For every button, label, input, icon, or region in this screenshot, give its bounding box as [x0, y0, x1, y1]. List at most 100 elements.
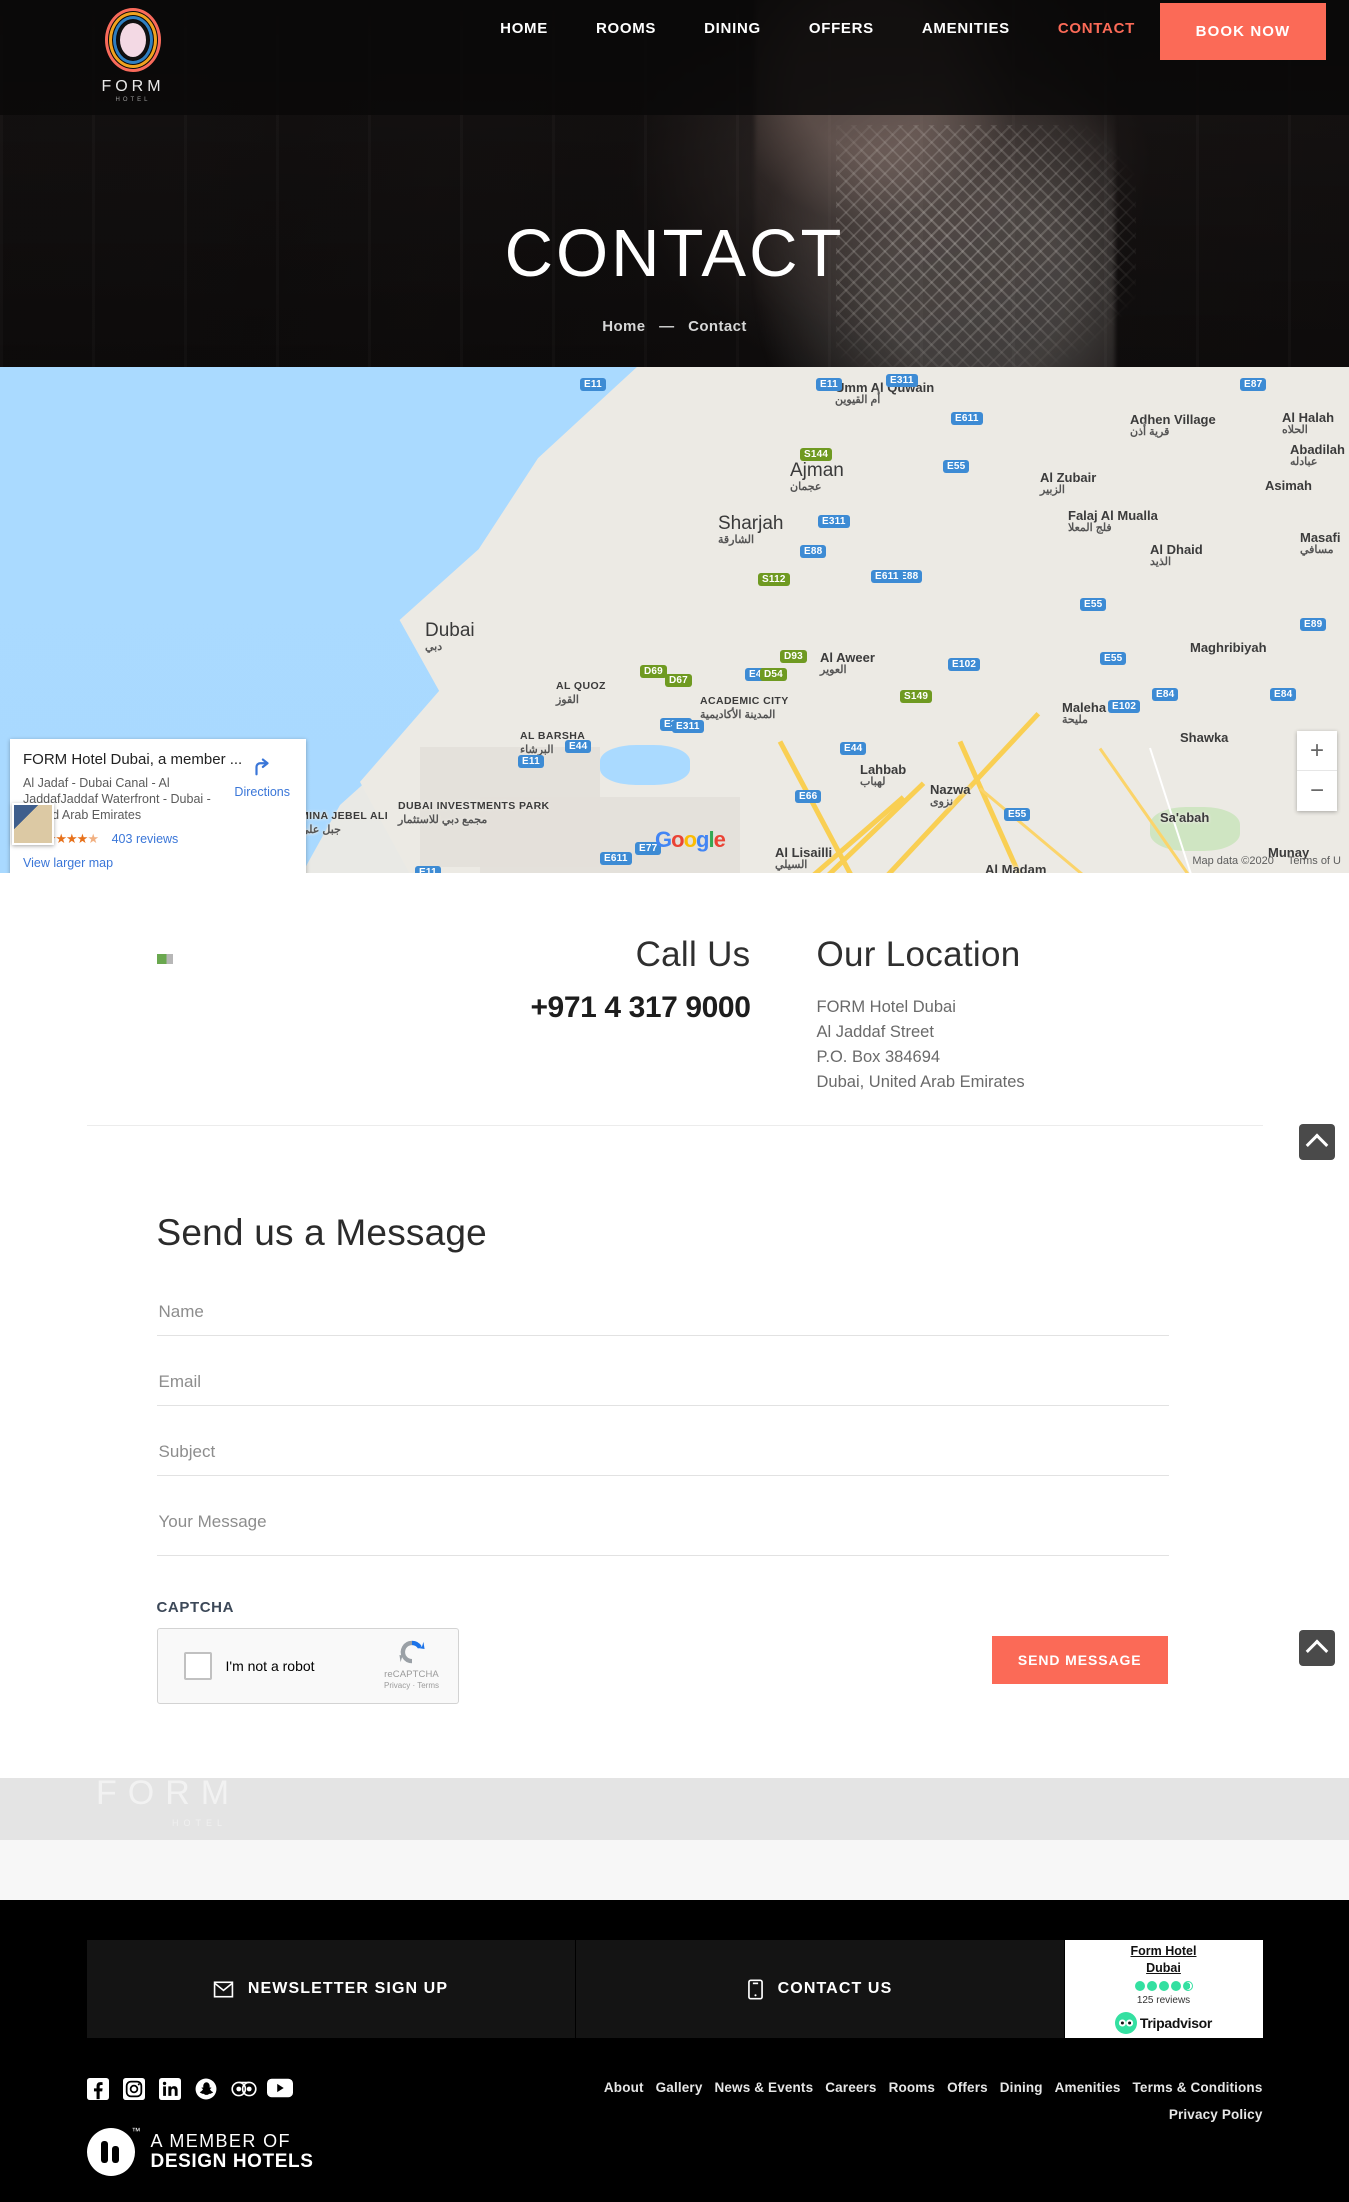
map-place-label: Ajman [790, 460, 844, 481]
contact-logo-column [87, 933, 417, 1095]
map-place-label-arabic: دبي [425, 641, 443, 653]
map-road-shield: E11 [415, 866, 441, 873]
youtube-icon[interactable] [266, 2078, 293, 2100]
phone-number[interactable]: +971 4 317 9000 [417, 991, 750, 1025]
facebook-icon[interactable] [86, 2078, 109, 2100]
map-road-shield: E55 [1100, 652, 1127, 665]
newsletter-signup-button[interactable]: NEWSLETTER SIGN UP [86, 1940, 576, 2038]
footer-link-about[interactable]: About [604, 2080, 644, 2095]
map-place-label-arabic: المدينة الأكاديمية [700, 709, 776, 721]
map-road-shield: E87 [1240, 378, 1267, 391]
recaptcha-widget[interactable]: I'm not a robot reCAPTCHA Privacy · Term… [156, 1628, 459, 1704]
name-input[interactable] [156, 1294, 1169, 1336]
nav-item-contact[interactable]: CONTACT [1034, 20, 1159, 37]
tripadvisor-badge[interactable]: Form Hotel Dubai 125 reviews Tripadvisor [1064, 1940, 1263, 2038]
recaptcha-branding: reCAPTCHA Privacy · Terms [378, 1637, 446, 1690]
recaptcha-checkbox[interactable] [183, 1652, 212, 1680]
map-road-shield: E44 [840, 742, 867, 755]
map-road-shield: E11 [518, 755, 544, 768]
map-zoom-out-button[interactable]: − [1297, 771, 1337, 811]
google-map[interactable]: FORM Hotel Dubai, a member of... Stylish… [0, 367, 1349, 873]
instagram-icon[interactable] [122, 2078, 145, 2100]
footer-link-amenities[interactable]: Amenities [1055, 2080, 1121, 2095]
nav-item-rooms[interactable]: ROOMS [572, 20, 680, 37]
our-location-heading: Our Location [816, 935, 1021, 974]
footer-link-news[interactable]: News & Events [714, 2080, 813, 2095]
scroll-to-top-button[interactable] [1299, 1630, 1335, 1666]
footer-link-offers[interactable]: Offers [947, 2080, 988, 2095]
map-zoom-in-button[interactable]: + [1297, 731, 1337, 771]
rating-reviews[interactable]: 403 reviews [112, 832, 179, 846]
section-gap [0, 1840, 1349, 1900]
map-place-label: Sharjah [718, 513, 784, 534]
breadcrumb-home[interactable]: Home [602, 318, 645, 335]
logo-subtext: HOTEL [115, 97, 151, 103]
map-place-label-arabic: القوز [556, 694, 579, 706]
message-textarea[interactable] [156, 1504, 1169, 1556]
tripadvisor-title-line1: Form Hotel [1130, 1944, 1197, 1958]
captcha-label: CAPTCHA [156, 1599, 235, 1616]
tripadvisor-rating-dots [1134, 1981, 1193, 1991]
footer-link-rooms[interactable]: Rooms [889, 2080, 936, 2095]
map-road-shield: E311 [818, 515, 850, 528]
map-road-shield: E84 [1270, 688, 1297, 701]
map-place-label-arabic: فلج المعلا [1068, 522, 1112, 534]
directions-button[interactable]: Directions [234, 755, 290, 799]
directions-icon [234, 755, 290, 781]
map-road-shield: E611 [600, 852, 632, 865]
nav-item-offers[interactable]: OFFERS [785, 20, 898, 37]
book-now-button[interactable]: BOOK NOW [1160, 3, 1326, 60]
trademark-symbol: ™ [131, 2126, 141, 2136]
tripadvisor-icon[interactable] [230, 2078, 257, 2100]
nav-item-home[interactable]: HOME [476, 20, 572, 37]
footer-link-privacy[interactable]: Privacy Policy [1169, 2107, 1263, 2122]
snapchat-icon[interactable] [195, 2078, 217, 2100]
scroll-to-top-button[interactable] [1299, 1124, 1335, 1160]
email-input[interactable] [156, 1364, 1169, 1406]
map-road-shield: E102 [948, 658, 981, 671]
nav-item-dining[interactable]: DINING [680, 20, 785, 37]
recaptcha-text: I'm not a robot [225, 1658, 315, 1674]
contact-us-button[interactable]: CONTACT US [575, 1940, 1065, 2038]
map-zoom-controls: + − [1297, 731, 1337, 811]
watermark-subtext: HOTEL [172, 1818, 228, 1828]
footer-link-dining[interactable]: Dining [1000, 2080, 1043, 2095]
google-logo: Google [655, 827, 726, 852]
map-place-label-arabic: الحلاه [1282, 424, 1308, 436]
map-place-label: Shawka [1180, 730, 1229, 745]
map-place-label: ACADEMIC CITY [700, 695, 789, 707]
recaptcha-icon [397, 1637, 427, 1667]
envelope-icon [213, 1980, 234, 1998]
map-road-shield: E55 [1080, 598, 1107, 611]
map-road-shield: E89 [1300, 618, 1327, 631]
send-message-button[interactable]: SEND MESSAGE [991, 1636, 1168, 1684]
address-line: Dubai, United Arab Emirates [816, 1073, 1025, 1091]
form-ring-icon [105, 8, 161, 72]
view-larger-map-link[interactable]: View larger map [23, 856, 293, 870]
map-place-label-arabic: العوير [820, 664, 847, 676]
map-place-label-arabic: نزوى [930, 796, 954, 808]
footer-link-careers[interactable]: Careers [825, 2080, 876, 2095]
recaptcha-privacy-terms[interactable]: Privacy · Terms [378, 1681, 446, 1690]
footer-link-gallery[interactable]: Gallery [656, 2080, 703, 2095]
site-footer: NEWSLETTER SIGN UP CONTACT US Form Hotel… [0, 1900, 1349, 2202]
map-place-label: MINA JEBEL ALI [300, 810, 389, 822]
map-place-label-arabic: السيلي [775, 859, 808, 871]
phone-icon [747, 1978, 764, 2000]
map-satellite-toggle[interactable] [12, 803, 54, 845]
map-info-card[interactable]: FORM Hotel Dubai, a member ... Al Jadaf … [10, 739, 306, 873]
call-us-column: Call Us +971 4 317 9000 [417, 933, 765, 1095]
address-block: FORM Hotel Dubai Al Jaddaf Street P.O. B… [817, 995, 1025, 1095]
tripadvisor-logo: Tripadvisor [1114, 2012, 1212, 2034]
map-place-label-arabic: مليحة [1062, 714, 1088, 726]
map-place-label: Maghribiyah [1190, 640, 1267, 655]
site-logo[interactable]: FORM HOTEL [93, 8, 173, 103]
footer-link-terms[interactable]: Terms & Conditions [1133, 2080, 1263, 2095]
nav-item-amenities[interactable]: AMENITIES [898, 20, 1034, 37]
map-terms-link[interactable]: Terms of U [1288, 855, 1341, 867]
our-location-column: Our Location FORM Hotel Dubai Al Jaddaf … [765, 933, 1025, 1095]
subject-field-wrapper [156, 1434, 1169, 1476]
subject-input[interactable] [156, 1434, 1169, 1476]
design-hotels-logo[interactable]: ™ A MEMBER OF DESIGN HOTELS [86, 2126, 314, 2176]
linkedin-icon[interactable] [158, 2078, 181, 2100]
